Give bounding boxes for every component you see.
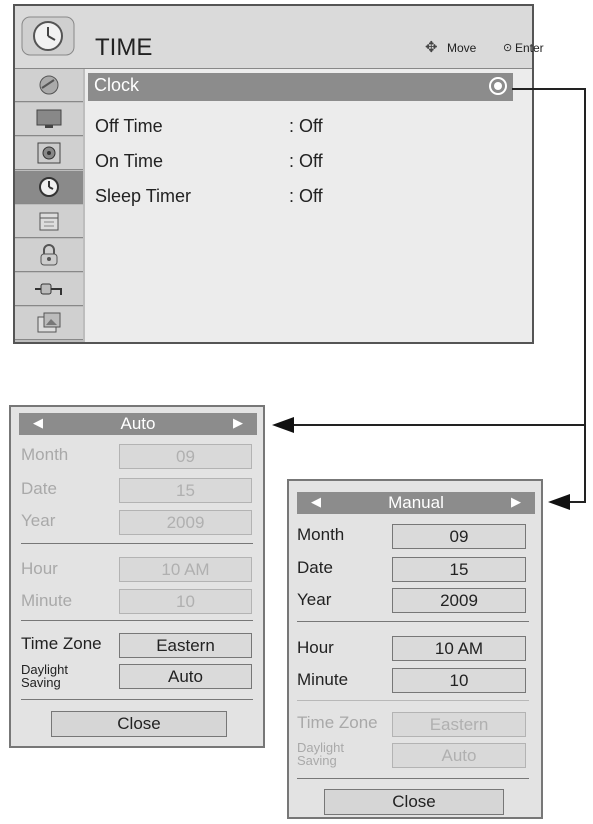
satellite-dish-icon xyxy=(39,75,59,95)
daylight-saving-label: Daylight Saving xyxy=(21,662,68,690)
arrow-right-icon[interactable]: ▶ xyxy=(233,415,243,431)
time-zone-label: Time Zone xyxy=(21,634,102,653)
menu-item-off-time[interactable]: Off Time : Off xyxy=(85,113,525,139)
minute-label: Minute xyxy=(21,591,73,610)
minute-field[interactable]: 10 xyxy=(392,668,526,693)
menu-item-value: : Off xyxy=(289,186,323,206)
divider xyxy=(21,620,253,621)
arrow-left-icon xyxy=(548,494,570,510)
divider xyxy=(297,621,529,622)
menu-item-value: : Off xyxy=(289,116,323,136)
month-label: Month xyxy=(21,445,69,464)
move-hint: Move xyxy=(447,41,477,55)
move-arrows-icon: ✥ xyxy=(425,39,438,56)
year-label: Year xyxy=(297,590,332,609)
sidebar-item-input[interactable] xyxy=(15,273,83,306)
year-field: 2009 xyxy=(119,510,252,535)
time-zone-field[interactable]: Eastern xyxy=(119,633,252,658)
connector-line xyxy=(584,88,586,502)
enter-hint: Enter xyxy=(515,41,544,55)
hour-label: Hour xyxy=(297,638,334,657)
menu-item-sleep-timer[interactable]: Sleep Timer : Off xyxy=(85,183,525,209)
daylight-saving-field: Auto xyxy=(392,743,526,768)
menu-item-on-time[interactable]: On Time : Off xyxy=(85,148,525,174)
minute-field: 10 xyxy=(119,589,252,614)
date-label: Date xyxy=(21,479,57,498)
menu-item-value: : Off xyxy=(289,151,323,171)
clock-icon xyxy=(39,177,59,197)
tv-screen-icon xyxy=(36,109,62,128)
arrow-right-icon[interactable]: ▶ xyxy=(511,494,521,510)
manual-clock-panel: ◀ Manual ▶ Month 09 Date 15 Year 2009 Ho… xyxy=(287,479,543,819)
daylight-saving-label: Daylight Saving xyxy=(297,740,344,768)
menu-item-label: Sleep Timer xyxy=(95,186,192,206)
sidebar-item-audio[interactable] xyxy=(15,137,83,170)
year-label: Year xyxy=(21,511,56,530)
photo-icon xyxy=(37,312,61,333)
divider xyxy=(297,778,529,779)
radio-selected-icon xyxy=(489,77,507,95)
sidebar-item-option[interactable] xyxy=(15,205,83,238)
divider xyxy=(297,700,529,701)
date-field[interactable]: 15 xyxy=(392,557,526,582)
arrow-left-icon xyxy=(272,417,294,433)
divider xyxy=(21,543,253,544)
calendar-icon xyxy=(39,212,59,231)
menu-item-clock[interactable]: Clock xyxy=(88,73,513,101)
mode-selector[interactable]: ◀ Auto ▶ xyxy=(19,413,257,435)
plug-icon xyxy=(35,283,62,295)
date-label: Date xyxy=(297,558,333,577)
daylight-saving-field[interactable]: Auto xyxy=(119,664,252,689)
connector-line xyxy=(290,424,586,426)
sidebar-item-channel[interactable] xyxy=(15,69,83,102)
hour-field[interactable]: 10 AM xyxy=(392,636,526,661)
time-zone-label: Time Zone xyxy=(297,713,378,732)
minute-label: Minute xyxy=(297,670,349,689)
mode-selector[interactable]: ◀ Manual ▶ xyxy=(297,492,535,514)
menu-content: Clock Off Time : Off On Time : Off Sleep… xyxy=(85,69,532,342)
divider xyxy=(21,699,253,700)
clock-icon xyxy=(21,16,75,56)
category-sidebar xyxy=(15,69,85,342)
time-menu: TIME ✥ Move ⊙ Enter Clock Off Time: Off… xyxy=(13,4,544,344)
sidebar-item-picture[interactable] xyxy=(15,103,83,136)
speaker-icon xyxy=(37,142,61,164)
hour-label: Hour xyxy=(21,559,58,578)
month-field[interactable]: 09 xyxy=(392,524,526,549)
close-button[interactable]: Close xyxy=(324,789,504,815)
menu-item-label: Off Time xyxy=(95,116,163,136)
year-field[interactable]: 2009 xyxy=(392,588,526,613)
connector-line xyxy=(512,88,586,90)
date-field: 15 xyxy=(119,478,252,503)
sidebar-item-lock[interactable] xyxy=(15,239,83,272)
month-field: 09 xyxy=(119,444,252,469)
month-label: Month xyxy=(297,525,345,544)
page-title: TIME xyxy=(95,34,153,61)
lock-icon xyxy=(40,244,58,266)
close-button[interactable]: Close xyxy=(51,711,227,737)
menu-item-label: Clock xyxy=(94,75,140,95)
time-zone-field: Eastern xyxy=(392,712,526,737)
mode-value: Manual xyxy=(388,493,444,512)
enter-icon: ⊙ xyxy=(503,42,513,54)
hour-field: 10 AM xyxy=(119,557,252,582)
menu-item-label: On Time xyxy=(95,151,164,171)
auto-clock-panel: ◀ Auto ▶ Month 09 Date 15 Year 2009 Hour… xyxy=(9,405,265,748)
mode-value: Auto xyxy=(120,414,156,433)
menu-header: TIME ✥ Move ⊙ Enter xyxy=(15,6,544,69)
sidebar-item-time[interactable] xyxy=(15,171,83,204)
sidebar-item-usb[interactable] xyxy=(15,307,83,340)
